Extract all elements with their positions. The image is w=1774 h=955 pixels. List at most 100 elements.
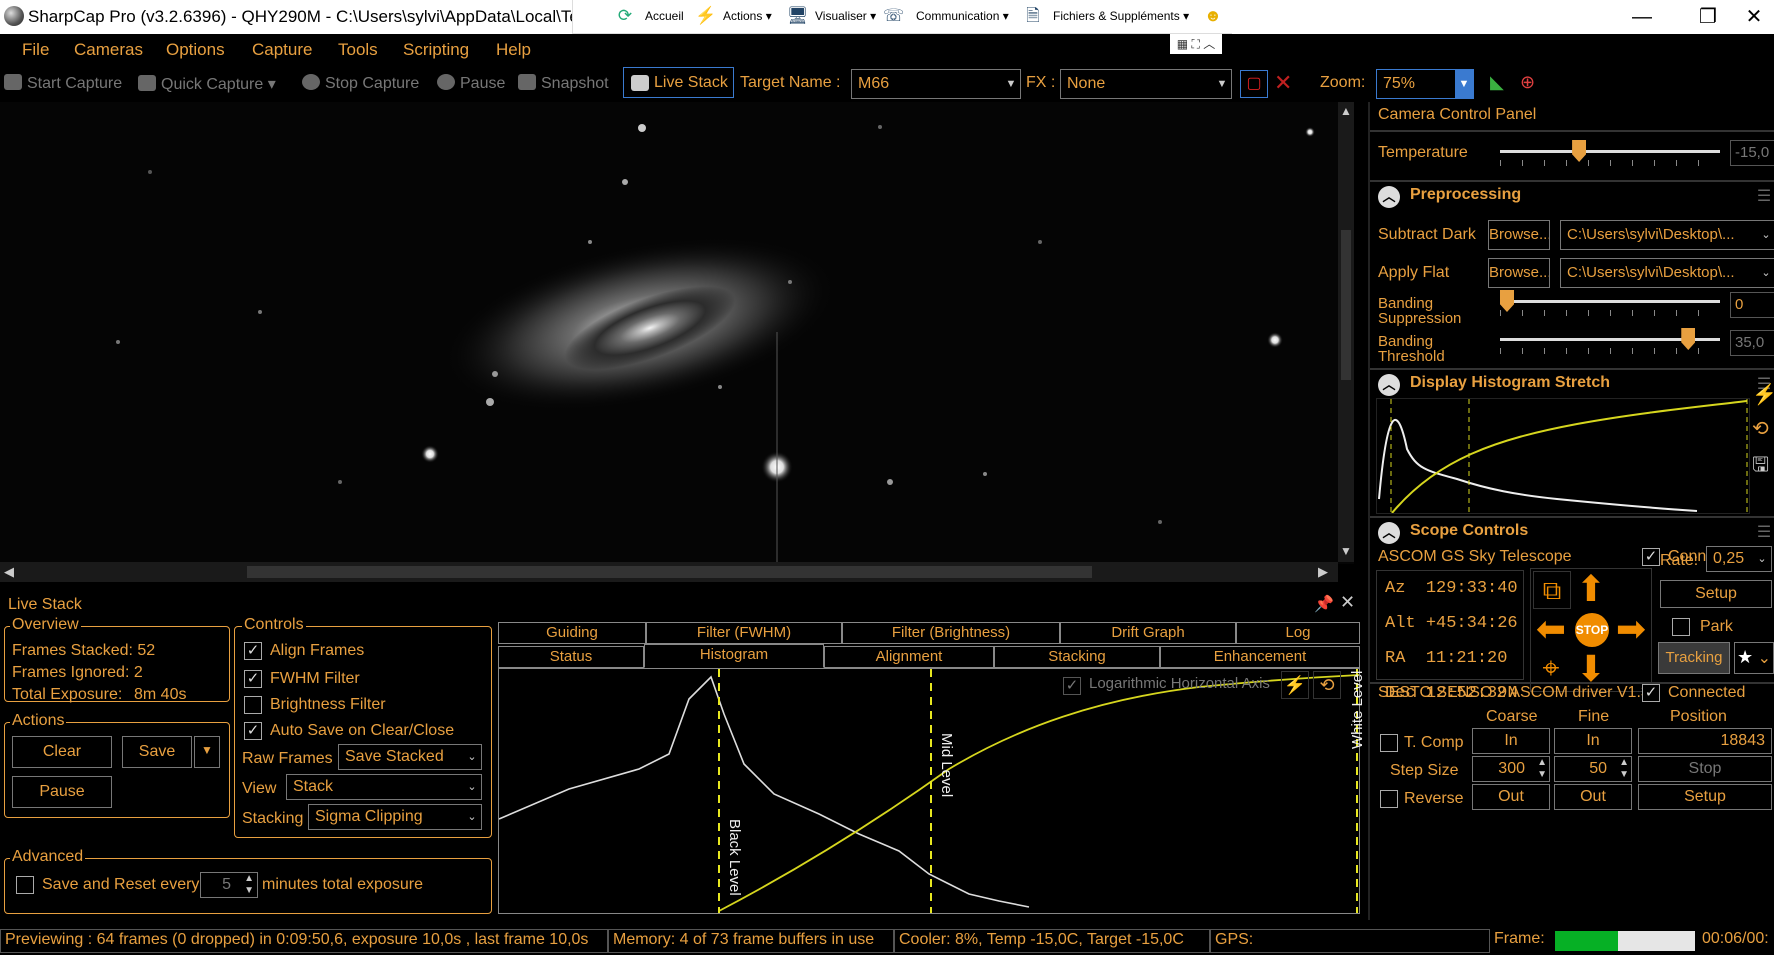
- menu-options[interactable]: Options: [166, 40, 225, 60]
- scroll-left-icon[interactable]: ◀: [4, 564, 14, 580]
- browse-flat-button[interactable]: Browse...: [1488, 258, 1550, 288]
- banding-suppression-value[interactable]: 0: [1730, 292, 1774, 318]
- ribbon-actions[interactable]: Actions ▾: [723, 9, 772, 23]
- tab-status[interactable]: Status: [498, 646, 644, 668]
- fwhm-filter-checkbox[interactable]: ✓: [244, 670, 262, 688]
- scroll-right-icon[interactable]: ▶: [1318, 564, 1328, 580]
- menu-tools[interactable]: Tools: [338, 40, 378, 60]
- position-field[interactable]: 18843: [1638, 728, 1772, 754]
- fx-select[interactable]: None ▼: [1060, 69, 1232, 99]
- slider-thumb[interactable]: [1500, 290, 1514, 312]
- collapse-scope-icon[interactable]: ︿: [1378, 522, 1400, 544]
- menu-cameras[interactable]: Cameras: [74, 40, 143, 60]
- reset-icon[interactable]: ⟲: [1313, 671, 1341, 699]
- ribbon-communication[interactable]: Communication ▾: [916, 9, 1009, 23]
- minimize-button[interactable]: —: [1622, 4, 1662, 30]
- coarse-step-stepper[interactable]: 300 ▲ ▼: [1472, 756, 1550, 782]
- focuser-setup-button[interactable]: Setup: [1638, 784, 1772, 810]
- crosshair-icon[interactable]: ✕: [1274, 70, 1292, 96]
- banding-threshold-slider[interactable]: [1500, 326, 1720, 356]
- spin-icon[interactable]: ▲ ▼: [244, 873, 254, 897]
- zoom-target-icon[interactable]: ⊕: [1520, 72, 1535, 93]
- fine-out-button[interactable]: Out: [1554, 784, 1632, 810]
- viewer-vertical-scrollbar[interactable]: ▲ ▼: [1338, 102, 1354, 562]
- scroll-thumb[interactable]: [1341, 230, 1351, 380]
- tab-stacking[interactable]: Stacking: [994, 646, 1160, 668]
- pin-icon[interactable]: 📌: [1314, 594, 1334, 614]
- temperature-slider[interactable]: [1500, 138, 1720, 168]
- save-button[interactable]: Save: [122, 736, 192, 768]
- menu-icon[interactable]: ☰: [1756, 186, 1772, 206]
- coarse-in-button[interactable]: In: [1472, 728, 1550, 754]
- ribbon-accueil[interactable]: Accueil: [645, 9, 684, 23]
- collapse-histogram-icon[interactable]: ︿: [1378, 374, 1400, 396]
- stacking-select[interactable]: Sigma Clipping ⌄: [308, 804, 482, 830]
- histogram-plot[interactable]: Black Level Mid Level White Level ✓ Loga…: [498, 668, 1366, 914]
- fine-step-stepper[interactable]: 50 ▲ ▼: [1554, 756, 1632, 782]
- scope-connected-checkbox[interactable]: ✓: [1642, 548, 1660, 566]
- reset-stretch-icon[interactable]: ⟲: [1752, 416, 1769, 441]
- ribbon-fichiers[interactable]: Fichiers & Suppléments ▾: [1053, 9, 1189, 23]
- menu-file[interactable]: File: [22, 40, 49, 60]
- menu-capture[interactable]: Capture: [252, 40, 312, 60]
- save-reset-checkbox[interactable]: [16, 876, 34, 894]
- brightness-filter-checkbox[interactable]: [244, 696, 262, 714]
- log-axis-checkbox[interactable]: ✓: [1063, 677, 1081, 695]
- temperature-value[interactable]: -15,0: [1730, 140, 1774, 166]
- dark-file-select[interactable]: C:\Users\sylvi\Desktop\... ⌄: [1560, 220, 1774, 250]
- raw-frames-select[interactable]: Save Stacked ⌄: [338, 744, 482, 770]
- goto-icon[interactable]: ⧉: [1533, 571, 1571, 609]
- scroll-thumb[interactable]: [247, 566, 1092, 578]
- scope-setup-button[interactable]: Setup: [1660, 580, 1772, 608]
- park-checkbox[interactable]: [1672, 618, 1690, 636]
- viewer-horizontal-scrollbar[interactable]: ◀ ▶: [0, 562, 1338, 582]
- tcomp-checkbox[interactable]: [1380, 734, 1398, 752]
- restore-button[interactable]: ❐: [1688, 4, 1728, 30]
- banding-threshold-value[interactable]: 35,0: [1730, 330, 1774, 356]
- pause-button[interactable]: Pause: [437, 74, 505, 93]
- close-panel-icon[interactable]: ✕: [1340, 592, 1355, 613]
- spin-icon[interactable]: ▲ ▼: [1537, 757, 1547, 781]
- slider-thumb[interactable]: [1572, 140, 1587, 162]
- target-name-select[interactable]: M66 ▼: [851, 69, 1021, 99]
- roi-icon[interactable]: ▢: [1240, 70, 1268, 98]
- spin-icon[interactable]: ▲ ▼: [1619, 757, 1629, 781]
- stop-capture-button[interactable]: Stop Capture: [302, 74, 419, 93]
- scroll-up-icon[interactable]: ▲: [1340, 104, 1352, 118]
- coarse-out-button[interactable]: Out: [1472, 784, 1550, 810]
- view-select[interactable]: Stack ⌄: [286, 774, 482, 800]
- browse-dark-button[interactable]: Browse...: [1488, 220, 1550, 250]
- east-arrow-icon[interactable]: ➡: [1611, 609, 1651, 649]
- reverse-checkbox[interactable]: [1380, 790, 1398, 808]
- clear-button[interactable]: Clear: [12, 736, 112, 768]
- menu-scripting[interactable]: Scripting: [403, 40, 469, 60]
- zoom-select[interactable]: 75% ▼: [1376, 69, 1474, 99]
- menu-icon[interactable]: ☰: [1756, 522, 1772, 542]
- rate-select[interactable]: 0,25 ⌄: [1706, 546, 1772, 572]
- north-arrow-icon[interactable]: ⬆: [1571, 569, 1611, 609]
- start-capture-button[interactable]: Start Capture: [4, 74, 122, 93]
- fine-in-button[interactable]: In: [1554, 728, 1632, 754]
- tracking-button[interactable]: Tracking: [1658, 642, 1730, 674]
- window-close-button[interactable]: ✕: [1734, 4, 1774, 30]
- tab-filter-brightness[interactable]: Filter (Brightness): [842, 622, 1060, 644]
- tracking-rate-select[interactable]: ★ ⌄: [1734, 642, 1774, 674]
- focuser-connected-checkbox[interactable]: ✓: [1642, 684, 1660, 702]
- pause-stack-button[interactable]: Pause: [12, 776, 112, 808]
- focuser-stop-button[interactable]: Stop: [1638, 756, 1772, 782]
- smiley-icon[interactable]: ☻: [1203, 6, 1223, 26]
- tab-alignment[interactable]: Alignment: [824, 646, 994, 668]
- flat-file-select[interactable]: C:\Users\sylvi\Desktop\... ⌄: [1560, 258, 1774, 288]
- tab-log[interactable]: Log: [1236, 622, 1360, 644]
- snapshot-button[interactable]: Snapshot: [518, 74, 609, 93]
- slider-thumb[interactable]: [1681, 328, 1696, 350]
- save-options-dropdown[interactable]: ▼: [194, 736, 220, 768]
- save-stretch-icon[interactable]: 🖫: [1752, 450, 1769, 484]
- banding-suppression-slider[interactable]: [1500, 288, 1720, 318]
- collapse-preprocessing-icon[interactable]: ︿: [1378, 186, 1400, 208]
- camera-image-viewer[interactable]: [0, 102, 1354, 564]
- live-stack-button[interactable]: Live Stack: [623, 67, 734, 98]
- menu-help[interactable]: Help: [496, 40, 531, 60]
- tab-guiding[interactable]: Guiding: [498, 622, 646, 644]
- tab-drift-graph[interactable]: Drift Graph: [1060, 622, 1236, 644]
